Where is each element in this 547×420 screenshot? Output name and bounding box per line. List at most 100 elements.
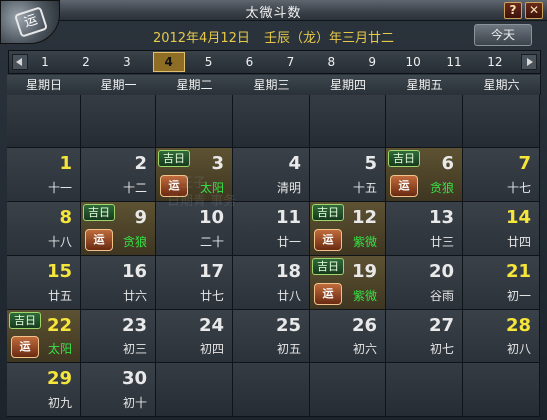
lunar-label: 廿一	[276, 235, 301, 249]
day-cell-28[interactable]: 28 初八	[463, 310, 540, 363]
day-cell-5[interactable]: 5 十五	[310, 148, 386, 202]
day-cell-8[interactable]: 8 十八	[7, 202, 81, 256]
lunar-label: 紫微	[352, 289, 377, 303]
weekday-6: 星期六	[463, 75, 541, 95]
lunar-label: 廿四	[506, 235, 531, 249]
day-cell-19[interactable]: 吉日运 19 紫微	[310, 256, 386, 310]
day-number: 30	[121, 368, 147, 389]
empty-cell	[233, 95, 310, 148]
day-cell-15[interactable]: 15 廿五	[7, 256, 81, 310]
current-date-line: 2012年4月12日 壬辰（龙）年三月廿二	[0, 27, 547, 46]
next-month-button[interactable]	[521, 54, 537, 70]
day-cell-20[interactable]: 20 谷雨	[386, 256, 463, 310]
day-cell-16[interactable]: 16 廿六	[81, 256, 156, 310]
arrow-right-icon	[527, 58, 533, 66]
day-number: 6	[441, 153, 454, 174]
fortune-icon[interactable]: 运	[85, 229, 113, 251]
day-cell-14[interactable]: 14 廿四	[463, 202, 540, 256]
fortune-icon[interactable]: 运	[314, 283, 342, 305]
watermark-line: 日期青 事务	[167, 194, 237, 209]
day-cell-27[interactable]: 27 初七	[386, 310, 463, 363]
empty-cell	[233, 363, 310, 417]
lunar-label: 十二	[122, 181, 147, 195]
prev-month-button[interactable]	[12, 54, 28, 70]
close-button[interactable]: ✕	[525, 2, 543, 19]
day-number: 8	[59, 207, 72, 228]
day-cell-24[interactable]: 24 初四	[156, 310, 233, 363]
lunar-label: 初九	[47, 396, 72, 410]
day-cell-2[interactable]: 2 十二	[81, 148, 156, 202]
day-number: 7	[518, 153, 531, 174]
day-number: 25	[275, 315, 301, 336]
month-tab-12[interactable]: 12	[480, 53, 510, 71]
weekday-5: 星期五	[386, 75, 464, 95]
day-cell-9[interactable]: 吉日运 9 贪狼	[81, 202, 156, 256]
month-tab-11[interactable]: 11	[439, 53, 469, 71]
weekday-4: 星期四	[310, 75, 387, 95]
lunar-label: 廿六	[122, 289, 147, 303]
fortune-icon[interactable]: 运	[390, 175, 418, 197]
day-number: 11	[275, 207, 301, 228]
month-tab-9[interactable]: 9	[357, 53, 387, 71]
fortune-icon[interactable]: 运	[314, 229, 342, 251]
day-number: 20	[428, 261, 454, 282]
lunar-label: 十五	[352, 181, 377, 195]
day-number: 24	[198, 315, 224, 336]
lunar-label: 紫微	[352, 235, 377, 249]
lunar-label: 太阳	[47, 342, 72, 356]
month-tab-1[interactable]: 1	[30, 53, 60, 71]
month-tab-10[interactable]: 10	[398, 53, 428, 71]
day-cell-29[interactable]: 29 初九	[7, 363, 81, 417]
day-cell-18[interactable]: 18 廿八	[233, 256, 310, 310]
day-cell-12[interactable]: 吉日运 12 紫微	[310, 202, 386, 256]
lunar-label: 初五	[276, 342, 301, 356]
day-number: 17	[198, 261, 224, 282]
day-number: 12	[351, 207, 377, 228]
day-cell-11[interactable]: 11 廿一	[233, 202, 310, 256]
day-cell-22[interactable]: 吉日运 22 太阳	[7, 310, 81, 363]
day-cell-23[interactable]: 23 初三	[81, 310, 156, 363]
lunar-label: 廿三	[429, 235, 454, 249]
day-cell-25[interactable]: 25 初五	[233, 310, 310, 363]
day-cell-17[interactable]: 17 廿七	[156, 256, 233, 310]
day-number: 4	[288, 153, 301, 174]
day-cell-6[interactable]: 吉日运 6 贪狼	[386, 148, 463, 202]
title-bar: 太微斗数 ? ✕	[0, 0, 547, 21]
background-watermark: 小王子 日期青 事务	[167, 175, 236, 211]
today-button[interactable]: 今天	[474, 24, 532, 46]
day-number: 23	[121, 315, 147, 336]
day-cell-1[interactable]: 1 十一	[7, 148, 81, 202]
month-tab-3[interactable]: 3	[112, 53, 142, 71]
weekday-0: 星期日	[7, 75, 82, 95]
day-cell-26[interactable]: 26 初六	[310, 310, 386, 363]
day-cell-21[interactable]: 21 初一	[463, 256, 540, 310]
lucky-day-badge: 吉日	[388, 150, 420, 167]
month-tab-4[interactable]: 4	[152, 52, 185, 72]
fortune-icon[interactable]: 运	[11, 336, 39, 358]
empty-cell	[386, 363, 463, 417]
day-number: 26	[351, 315, 377, 336]
day-cell-13[interactable]: 13 廿三	[386, 202, 463, 256]
month-tab-8[interactable]: 8	[316, 53, 346, 71]
arrow-left-icon	[16, 58, 22, 66]
day-number: 2	[134, 153, 147, 174]
lunar-label: 十七	[506, 181, 531, 195]
lunar-label: 初一	[506, 289, 531, 303]
empty-cell	[310, 95, 386, 148]
month-tab-6[interactable]: 6	[235, 53, 265, 71]
day-cell-30[interactable]: 30 初十	[81, 363, 156, 417]
day-number: 5	[364, 153, 377, 174]
weekday-1: 星期一	[81, 75, 157, 95]
day-number: 29	[46, 368, 72, 389]
lunar-label: 初十	[122, 396, 147, 410]
day-number: 22	[46, 315, 72, 336]
month-tab-5[interactable]: 5	[194, 53, 224, 71]
day-cell-7[interactable]: 7 十七	[463, 148, 540, 202]
calendar-grid: 星期日 星期一 星期二 星期三 星期四 星期五 星期六 1 十一 2 十二 吉日运 3 太阳 4 清明 5 十五…	[7, 75, 541, 420]
day-number: 3	[211, 153, 224, 174]
day-cell-4[interactable]: 4 清明	[233, 148, 310, 202]
month-tab-7[interactable]: 7	[275, 53, 305, 71]
help-button[interactable]: ?	[504, 2, 522, 19]
month-tab-2[interactable]: 2	[71, 53, 101, 71]
day-number: 28	[505, 315, 531, 336]
